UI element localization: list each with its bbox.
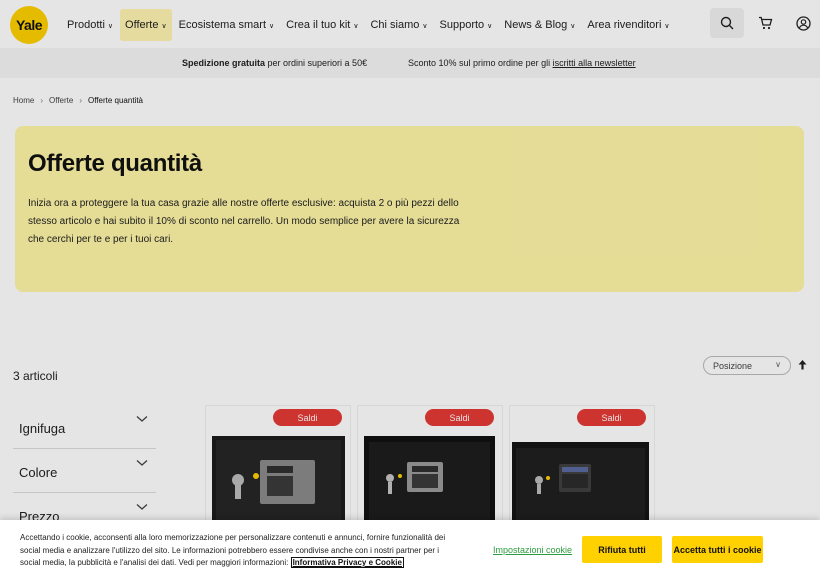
accept-all-button[interactable]: Accetta tutti i cookie [672, 536, 763, 563]
modal-backdrop [0, 0, 820, 577]
cookie-text: Accettando i cookie, acconsenti alla lor… [20, 532, 460, 570]
privacy-policy-link[interactable]: Informativa Privacy e Cookie [290, 557, 404, 568]
cookie-banner: Accettando i cookie, acconsenti alla lor… [0, 520, 820, 577]
cookie-settings-link[interactable]: Impostazioni cookie [493, 545, 572, 555]
reject-all-button[interactable]: Rifiuta tutti [582, 536, 662, 563]
